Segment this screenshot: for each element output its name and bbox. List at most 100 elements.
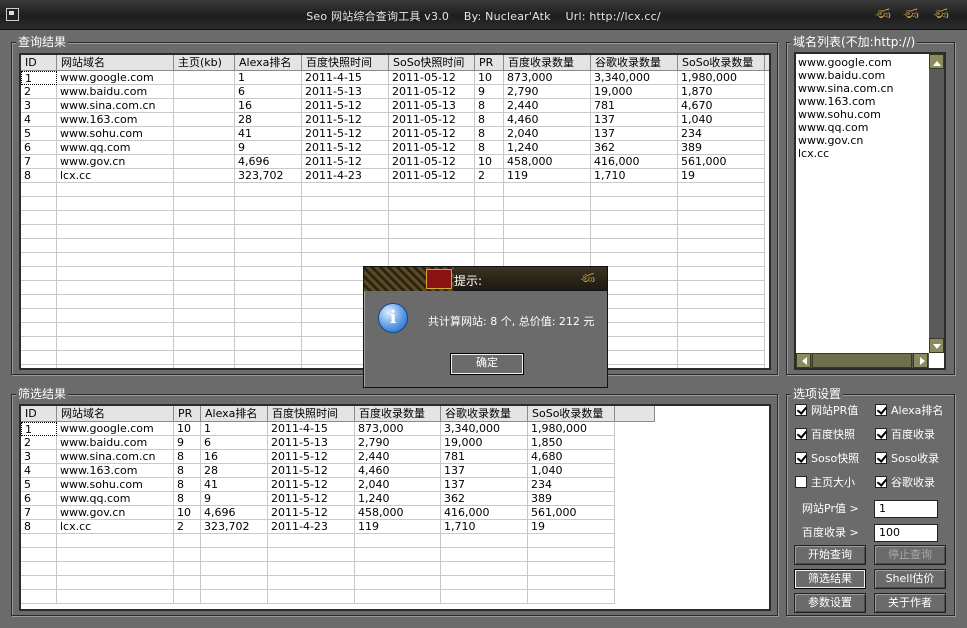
maximize-button[interactable]: ණ (900, 6, 922, 23)
stop-query-button[interactable]: 停止查询 (874, 545, 946, 565)
table-row[interactable]: 6 www.qq.com 8 9 2011-5-12 1,240 362 389 (21, 492, 655, 506)
filter-column-header[interactable]: 百度快照时间 (268, 406, 355, 422)
option-label: 主页大小 (811, 476, 855, 489)
baidu-threshold-input[interactable]: 100 (874, 524, 938, 542)
filter-column-header[interactable]: Alexa排名 (201, 406, 268, 422)
param-settings-button[interactable]: 参数设置 (794, 593, 866, 613)
table-row[interactable]: 3 www.sina.com.cn 16 2011-5-12 2011-05-13 8 2,… (21, 99, 769, 113)
table-row[interactable] (21, 576, 655, 590)
checkmark-icon[interactable] (875, 428, 887, 440)
scroll-left-icon[interactable] (796, 353, 811, 368)
table-row[interactable] (21, 534, 655, 548)
dialog-title-bar: 提示: ණ (364, 267, 607, 291)
table-row[interactable]: 1 www.google.com 10 1 2011-4-15 873,000 3,340,… (21, 422, 655, 436)
shell-estimate-button[interactable]: Shell估价 (874, 569, 946, 589)
minimize-button[interactable]: ණ (872, 6, 894, 23)
checkmark-icon[interactable] (875, 476, 887, 488)
table-row[interactable]: 7 www.gov.cn 4,696 2011-5-12 2011-05-12 10 458… (21, 155, 769, 169)
table-cell (21, 281, 57, 295)
table-cell (174, 225, 235, 239)
table-row[interactable] (21, 197, 769, 211)
table-row[interactable] (21, 239, 769, 253)
filter-column-header[interactable]: ID (21, 406, 57, 422)
query-column-header[interactable]: 网站域名 (57, 55, 174, 71)
start-query-button[interactable]: 开始查询 (794, 545, 866, 565)
filter-results-table[interactable]: ID 网站域名 PR Alexa排名 百度快照时间 百度收录数量 谷歌收录数量 SoSo收录数… (19, 404, 771, 611)
filter-column-header[interactable]: PR (174, 406, 201, 422)
table-cell: 2 (174, 520, 201, 534)
table-row[interactable]: 5 www.sohu.com 41 2011-5-12 2011-05-12 8 2,040… (21, 127, 769, 141)
checkbox-empty-icon[interactable] (795, 476, 807, 488)
table-row[interactable]: 2 www.baidu.com 9 6 2011-5-13 2,790 19,000 1,85… (21, 436, 655, 450)
filter-column-header[interactable]: 百度收录数量 (355, 406, 441, 422)
table-row[interactable]: 2 www.baidu.com 6 2011-5-13 2011-05-12 9 2,790… (21, 85, 769, 99)
table-cell (678, 337, 765, 351)
query-column-header[interactable]: 百度快照时间 (302, 55, 389, 71)
table-row[interactable]: 4 www.163.com 28 2011-5-12 2011-05-12 8 4,460 1… (21, 113, 769, 127)
option-checkbox[interactable]: 百度快照 (795, 427, 855, 443)
table-row[interactable] (21, 590, 655, 604)
filter-column-header[interactable]: SoSo收录数量 (528, 406, 615, 422)
query-column-header[interactable]: 主页(kb) (174, 55, 235, 71)
pr-threshold-input[interactable]: 1 (874, 500, 938, 518)
table-cell: 2011-5-12 (302, 141, 389, 155)
table-row[interactable]: 5 www.sohu.com 8 41 2011-5-12 2,040 137 234 (21, 478, 655, 492)
table-row[interactable]: 4 www.163.com 8 28 2011-5-12 4,460 137 1,040 (21, 464, 655, 478)
table-row[interactable]: 1 www.google.com 1 2011-4-15 2011-05-12 10 873… (21, 71, 769, 85)
table-cell: 9 (174, 436, 201, 450)
checkmark-icon[interactable] (875, 404, 887, 416)
scroll-thumb[interactable] (812, 353, 912, 368)
ok-button[interactable]: 确定 (450, 353, 524, 375)
vertical-scrollbar[interactable] (929, 54, 944, 353)
option-checkbox[interactable]: 网站PR值 (795, 403, 858, 419)
checkmark-icon[interactable] (795, 404, 807, 416)
query-column-header[interactable]: SoSo收录数量 (678, 55, 765, 71)
filter-results-button[interactable]: 筛选结果 (794, 569, 866, 589)
table-cell (678, 309, 765, 323)
option-checkbox[interactable]: Soso收录 (875, 451, 939, 467)
option-checkbox[interactable]: 主页大小 (795, 475, 855, 491)
checkmark-icon[interactable] (795, 428, 807, 440)
table-row[interactable]: 3 www.sina.com.cn 8 16 2011-5-12 2,440 781 4,68… (21, 450, 655, 464)
query-column-header[interactable]: Alexa排名 (235, 55, 302, 71)
table-cell: 16 (235, 99, 302, 113)
close-button[interactable]: ණ (930, 6, 952, 23)
filter-column-header[interactable]: 谷歌收录数量 (441, 406, 528, 422)
scroll-up-icon[interactable] (929, 54, 944, 69)
table-row[interactable] (21, 225, 769, 239)
table-row[interactable]: 8 lcx.cc 2 323,702 2011-4-23 119 1,710 19 (21, 520, 655, 534)
table-cell (174, 239, 235, 253)
table-row[interactable]: 7 www.gov.cn 10 4,696 2011-5-12 458,000 416,00… (21, 506, 655, 520)
option-checkbox[interactable]: Soso快照 (795, 451, 859, 467)
table-row[interactable] (21, 253, 769, 267)
scroll-down-icon[interactable] (929, 338, 944, 353)
table-row[interactable]: 8 lcx.cc 323,702 2011-4-23 2011-05-12 2 119 1,7… (21, 169, 769, 183)
table-row[interactable] (21, 562, 655, 576)
table-row[interactable]: 6 www.qq.com 9 2011-5-12 2011-05-12 8 1,240 362… (21, 141, 769, 155)
table-cell (591, 183, 678, 197)
about-author-button[interactable]: 关于作者 (874, 593, 946, 613)
filter-column-header[interactable]: 网站域名 (57, 406, 174, 422)
table-row[interactable] (21, 211, 769, 225)
table-cell: 8 (475, 141, 504, 155)
option-checkbox[interactable]: 谷歌收录 (875, 475, 935, 491)
query-column-header[interactable]: PR (475, 55, 504, 71)
query-column-header[interactable]: SoSo快照时间 (389, 55, 475, 71)
table-cell (235, 323, 302, 337)
checkmark-icon[interactable] (795, 452, 807, 464)
horizontal-scrollbar[interactable] (796, 353, 929, 368)
table-cell (57, 197, 174, 211)
query-column-header[interactable]: ID (21, 55, 57, 71)
table-cell: 2011-4-23 (302, 169, 389, 183)
table-row[interactable] (21, 183, 769, 197)
option-checkbox[interactable]: 百度收录 (875, 427, 935, 443)
scroll-right-icon[interactable] (913, 353, 928, 368)
table-cell: www.google.com (57, 71, 174, 85)
checkmark-icon[interactable] (875, 452, 887, 464)
query-column-header[interactable]: 百度收录数量 (504, 55, 591, 71)
query-column-header[interactable]: 谷歌收录数量 (591, 55, 678, 71)
option-checkbox[interactable]: Alexa排名 (875, 403, 943, 419)
table-cell: www.sohu.com (57, 127, 174, 141)
domain-list-textarea[interactable]: www.google.com www.baidu.com www.sina.com.… (794, 52, 946, 370)
table-row[interactable] (21, 548, 655, 562)
